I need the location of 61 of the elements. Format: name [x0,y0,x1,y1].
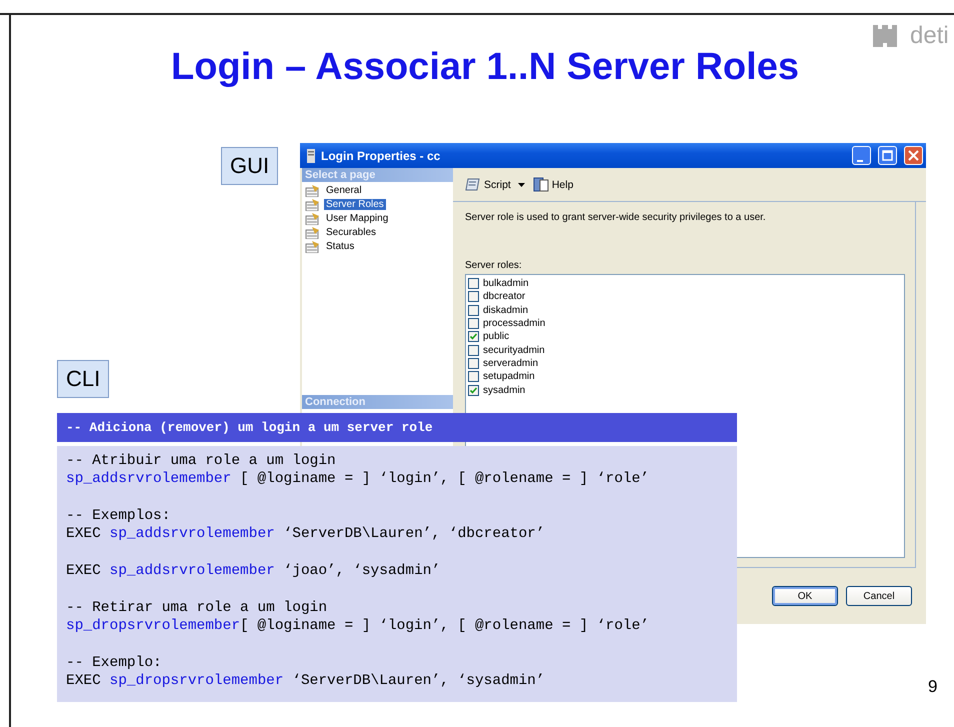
page-item[interactable]: User Mapping [324,213,390,224]
help-button[interactable]: Help [532,177,574,192]
role-name: setupadmin [483,371,535,382]
logo-text: deti [910,22,949,50]
role-name: dbcreator [483,291,526,302]
role-name: securityadmin [483,344,545,356]
page-item[interactable]: Status [324,241,356,252]
page-item[interactable]: Server Roles [324,199,386,210]
caret-icon [518,182,525,186]
page-icon [305,240,321,253]
page-icon [305,226,321,239]
role-name: diskadmin [483,304,528,316]
checkbox[interactable] [468,318,479,330]
role-name: processadmin [483,318,546,330]
checkbox[interactable] [468,291,479,302]
page-item[interactable]: General [324,185,364,196]
checkbox[interactable] [468,358,479,369]
code-line: sp_dropsrvrolemember[ @loginame = ] ‘login’, [ @rolename = ] ‘role’ [66,617,650,635]
page-icon [305,198,321,211]
page-icon [305,184,321,197]
page-item[interactable]: Securables [324,227,378,238]
roles-label: Server roles: [465,260,523,271]
dialog-title: Login Properties - cc [321,148,442,162]
code-line: -- Atribuir uma role a um login [66,452,337,470]
checkbox[interactable] [468,344,479,356]
checkbox[interactable] [468,331,479,342]
cli-label: CLI [57,360,110,398]
gui-label: GUI [221,147,278,185]
page-icon [305,212,321,225]
code-header: -- Adiciona (remover) um login a um server role [57,413,737,442]
script-button[interactable]: Script [465,177,525,192]
code-line: EXEC sp_addsrvrolemember ‘joao’, ‘sysadmin’ [66,562,442,580]
minimize-button[interactable] [852,146,871,165]
role-name: sysadmin [483,384,526,396]
scroll-icon [465,177,481,192]
checkbox[interactable] [468,304,479,316]
code-line: -- Exemplo: [66,654,163,672]
slide-title: Login – Associar 1..N Server Roles [170,46,800,89]
close-button[interactable] [904,146,923,165]
minimize-icon [857,160,863,162]
checkbox[interactable] [468,384,479,396]
code-line: sp_addsrvrolemember [ @loginame = ] ‘login’, [ @rolename = ] ‘role’ [66,470,650,488]
description-text: Server role is used to grant server-wide security privileges to a user. [465,212,767,223]
role-name: public [483,331,510,342]
code-line: EXEC sp_dropsrvrolemember ‘ServerDB\Lauren’, ‘sysadmin’ [66,672,546,690]
maximize-button[interactable] [878,146,897,165]
cancel-button[interactable]: Cancel [846,586,912,606]
castle-icon [872,24,898,48]
pane-header: Connection [302,395,453,409]
book-icon [532,177,549,192]
pane-header: Select a page [302,168,453,182]
code-line: -- Retirar uma role a um login [66,599,328,617]
code-line: EXEC sp_addsrvrolemember ‘ServerDB\Lauren’, ‘dbcreator’ [66,525,546,543]
code-line: -- Exemplos: [66,507,172,525]
ok-button[interactable]: OK [772,586,838,606]
checkbox[interactable] [468,278,479,290]
role-name: serveradmin [483,358,538,369]
role-name: bulkadmin [483,278,529,290]
checkbox[interactable] [468,371,479,382]
page-number: 9 [928,677,938,697]
server-icon [306,148,316,162]
